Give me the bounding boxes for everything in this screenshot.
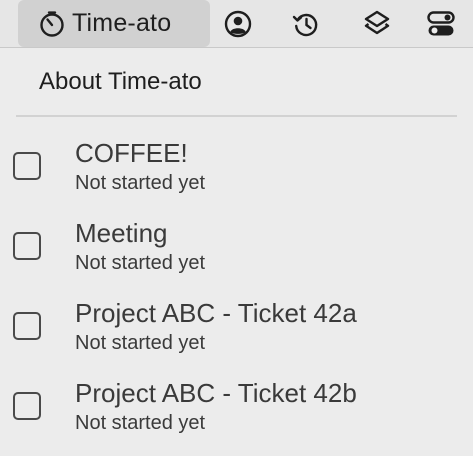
toggles-icon[interactable] [426, 9, 456, 39]
task-status: Not started yet [75, 172, 206, 194]
task-item-ticket-42b[interactable]: Project ABC - Ticket 42b Not started yet [0, 376, 473, 456]
layers-icon[interactable] [362, 9, 392, 39]
history-icon[interactable] [291, 9, 321, 39]
task-checkbox[interactable] [13, 152, 41, 180]
task-item-coffee[interactable]: COFFEE! Not started yet [0, 136, 473, 216]
about-menu-item[interactable]: About Time-ato [0, 62, 473, 102]
task-name: COFFEE! [75, 138, 188, 168]
task-checkbox[interactable] [13, 312, 41, 340]
app-title: Time-ato [72, 9, 172, 37]
task-list: COFFEE! Not started yet Meeting Not star… [0, 136, 473, 456]
task-name: Project ABC - Ticket 42a [75, 298, 357, 328]
task-status: Not started yet [75, 412, 206, 434]
task-checkbox[interactable] [13, 232, 41, 260]
task-name: Meeting [75, 218, 168, 248]
task-status: Not started yet [75, 252, 206, 274]
task-item-ticket-42a[interactable]: Project ABC - Ticket 42a Not started yet [0, 296, 473, 376]
dropdown-menu: About Time-ato COFFEE! Not started yet M… [0, 48, 473, 450]
menu-separator [16, 115, 457, 117]
task-checkbox[interactable] [13, 392, 41, 420]
task-item-meeting[interactable]: Meeting Not started yet [0, 216, 473, 296]
timer-icon [38, 10, 66, 38]
menu-bar: Time-ato [0, 0, 473, 48]
account-icon[interactable] [223, 9, 253, 39]
task-name: Project ABC - Ticket 42b [75, 378, 357, 408]
task-status: Not started yet [75, 332, 206, 354]
app-menu-button[interactable]: Time-ato [18, 0, 210, 47]
